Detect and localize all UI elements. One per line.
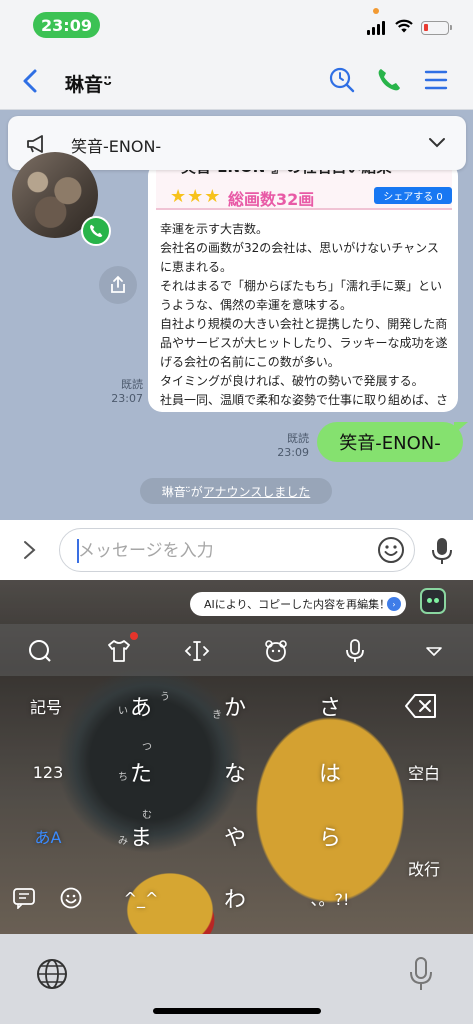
ai-banner-text: AIにより、コピーした内容を再編集！	[204, 598, 391, 611]
back-icon[interactable]	[18, 68, 44, 94]
ai-suggestion-banner[interactable]: AIにより、コピーした内容を再編集！ ›	[190, 592, 406, 616]
chevron-right-icon[interactable]	[20, 538, 40, 562]
cursor-move-icon[interactable]	[184, 638, 210, 664]
call-badge[interactable]	[81, 216, 111, 246]
received-read-status: 既読 23:07	[110, 378, 143, 406]
fortune-line: 自社より規模の大きい会社と提携したり、開発した商品やサービスが大ヒットしたり、ラ…	[160, 317, 448, 369]
key-kaomoji[interactable]: ^_^	[111, 878, 171, 918]
flick-hint: き	[212, 710, 222, 721]
phone-call-icon[interactable]	[375, 66, 403, 94]
rating-stars: ★★★	[170, 186, 222, 207]
sticker-bear-icon[interactable]	[263, 638, 289, 664]
emoji-icon[interactable]	[376, 535, 406, 565]
received-message-bubble[interactable]: 『笑音-ENON-』の社名占い結果 ★★★ 総画数32画 シェアする 0 幸運を…	[148, 162, 458, 412]
megaphone-icon	[27, 135, 43, 153]
announcement-link[interactable]: アナウンスしました	[203, 483, 311, 500]
backspace-icon[interactable]	[403, 692, 439, 720]
key-wa[interactable]: わ	[205, 878, 265, 918]
privacy-indicator	[373, 8, 379, 14]
stroke-count: 総画数32画	[228, 190, 315, 209]
theme-shirt-icon[interactable]	[106, 638, 132, 664]
message-input[interactable]	[78, 539, 358, 563]
keyboard: AIにより、コピーした内容を再編集！ › 記号 あ か さ い う き 123 …	[0, 580, 473, 934]
fortune-line: タイミングが良ければ、破竹の勢いで発展する。	[160, 374, 424, 388]
chat-area[interactable]: 笑音-ENON- 『笑音-ENON-』の社名占い結果 ★★★ 総画数32画 シェ…	[0, 110, 473, 520]
fortune-line: 幸運を示す大吉数。	[160, 222, 269, 236]
notification-dot	[130, 632, 138, 640]
key-ha[interactable]: は	[300, 752, 360, 792]
chat-title: 琳音ᵕ̈	[65, 74, 113, 96]
facebook-share-button[interactable]: シェアする 0	[374, 187, 452, 204]
flick-hint: ち	[118, 772, 128, 783]
collapse-keyboard-icon[interactable]	[421, 638, 447, 664]
fortune-line: 会社名の画数が32の会社は、思いがけないチャンスに恵まれる。	[160, 241, 439, 274]
search-bubble-icon[interactable]	[27, 638, 53, 664]
system-message: 琳音ᵕ̈が アナウンスしました	[140, 478, 332, 504]
key-ya[interactable]: や	[205, 816, 265, 856]
read-label: 既読	[121, 378, 143, 391]
keyboard-bottom-bar	[0, 934, 473, 1024]
search-history-icon[interactable]	[328, 66, 356, 94]
system-message-name: 琳音ᵕ̈が	[161, 484, 203, 499]
robot-assistant-icon[interactable]	[420, 588, 446, 614]
key-input-mode[interactable]: あA	[18, 816, 78, 856]
keyboard-toolbar	[0, 624, 473, 676]
share-icon	[111, 275, 125, 293]
home-indicator	[153, 1008, 321, 1014]
key-punctuation[interactable]: 、。?!	[300, 878, 360, 918]
announcement-text: 笑音-ENON-	[71, 137, 162, 156]
memo-icon[interactable]	[12, 887, 36, 909]
fortune-line: それはまるで「棚からぼたもち」「濡れ手に粟」というような、偶然の幸運を意味する。	[160, 279, 443, 312]
message-time: 23:07	[111, 392, 143, 405]
message-field[interactable]	[59, 528, 415, 572]
battery-icon	[421, 21, 452, 35]
key-symbols[interactable]: 記号	[16, 686, 76, 726]
flick-hint: い	[118, 706, 128, 717]
flick-hint: う	[160, 692, 170, 703]
message-input-bar	[0, 520, 473, 580]
message-time: 23:09	[277, 446, 309, 459]
sent-read-status: 既読 23:09	[272, 432, 309, 460]
emoji-keyboard-icon[interactable]	[59, 886, 83, 910]
cellular-signal-icon	[367, 21, 389, 35]
chat-header: 琳音ᵕ̈	[0, 50, 473, 110]
key-sa[interactable]: さ	[300, 686, 360, 726]
wifi-icon	[395, 19, 413, 33]
phone-badge-icon	[90, 224, 103, 237]
sent-message-bubble[interactable]: 笑音-ENON-	[317, 422, 463, 462]
status-time[interactable]: 23:09	[33, 12, 100, 38]
status-bar: 23:09	[0, 0, 473, 50]
read-label: 既読	[287, 432, 309, 445]
microphone-icon[interactable]	[428, 536, 456, 566]
key-numbers[interactable]: 123	[18, 752, 78, 792]
dictation-microphone-icon[interactable]	[408, 956, 434, 992]
flick-hint: つ	[142, 742, 152, 753]
share-message-button[interactable]	[99, 266, 137, 304]
key-ra[interactable]: ら	[300, 816, 360, 856]
arrow-right-icon: ›	[387, 597, 401, 611]
menu-icon[interactable]	[422, 66, 450, 94]
fortune-text: 幸運を示す大吉数。 会社名の画数が32の会社は、思いがけないチャンスに恵まれる。…	[160, 220, 450, 412]
flick-hint: み	[118, 836, 128, 847]
voice-input-icon[interactable]	[342, 638, 368, 664]
key-space[interactable]: 空白	[394, 752, 454, 792]
key-na[interactable]: な	[205, 752, 265, 792]
globe-icon[interactable]	[35, 957, 69, 991]
key-enter[interactable]: 改行	[394, 848, 454, 888]
flick-hint: む	[142, 810, 152, 821]
fortune-line: 社員一同、温順で柔和な姿勢で仕事に取り組めば、さらに徳に恵まれ繁栄する。	[160, 393, 449, 407]
chevron-down-icon[interactable]	[428, 136, 446, 150]
